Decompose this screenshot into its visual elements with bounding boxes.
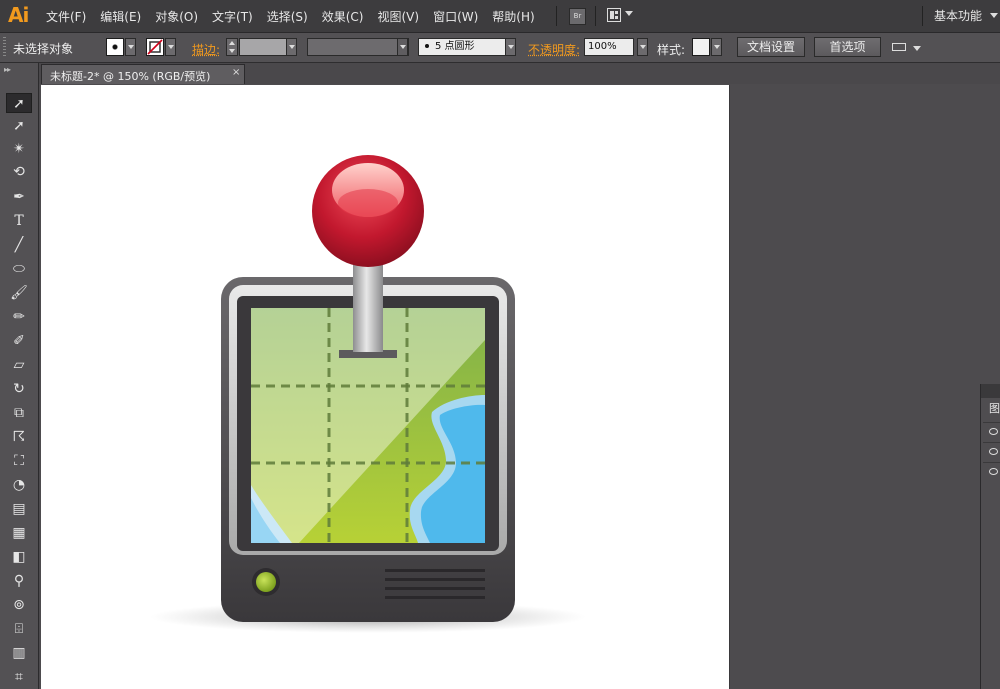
menu-window[interactable]: 窗口(W) xyxy=(433,8,478,25)
menu-select[interactable]: 选择(S) xyxy=(267,8,308,25)
graphic-style-swatch[interactable] xyxy=(692,38,710,56)
warp-tool-icon[interactable]: ☈ xyxy=(6,427,32,447)
menu-divider xyxy=(922,6,923,26)
preferences-button[interactable]: 首选项 xyxy=(814,37,881,57)
menu-list: 文件(F) 编辑(E) 对象(O) 文字(T) 选择(S) 效果(C) 视图(V… xyxy=(46,8,535,25)
layer-row[interactable] xyxy=(983,442,1000,461)
arrange-documents-icon[interactable] xyxy=(607,8,621,22)
eye-icon[interactable] xyxy=(989,428,998,435)
stroke-weight-field[interactable] xyxy=(239,38,287,56)
eye-icon[interactable] xyxy=(989,468,998,475)
panel-grip[interactable] xyxy=(3,37,6,58)
line-tool-icon[interactable]: ╱ xyxy=(6,235,32,255)
gradient-tool-icon[interactable]: ◧ xyxy=(6,547,32,567)
scale-tool-icon[interactable]: ⧉ xyxy=(6,403,32,423)
brush-definition-field[interactable]: 5 点圆形 xyxy=(418,38,506,56)
perspective-grid-tool-icon[interactable]: ▤ xyxy=(6,499,32,519)
menu-effect[interactable]: 效果(C) xyxy=(322,8,364,25)
chevron-down-icon[interactable] xyxy=(165,38,176,56)
stroke-swatch[interactable] xyxy=(146,38,164,56)
menu-view[interactable]: 视图(V) xyxy=(377,8,419,25)
tools-panel: ▸▸ ➚ ➚ ✴ ⟲ ✒ T ╱ ⬭ 🖌 ✏ ✐ ▱ ↻ ⧉ ☈ ⛶ ◔ ▤ ▦… xyxy=(0,63,39,689)
lasso-tool-icon[interactable]: ⟲ xyxy=(6,162,32,182)
style-label: 样式: xyxy=(657,41,685,58)
chevron-down-icon[interactable] xyxy=(286,38,297,56)
menu-object[interactable]: 对象(O) xyxy=(155,8,198,25)
control-bar: 未选择对象 描边: 5 点圆形 不透明度: 100% 样式: 文档设置 首选项 xyxy=(0,33,1000,63)
variable-width-profile[interactable] xyxy=(307,38,409,56)
layer-row[interactable] xyxy=(983,422,1000,441)
menu-divider xyxy=(595,6,596,26)
pencil-tool-icon[interactable]: ✏ xyxy=(6,307,32,327)
close-icon[interactable]: × xyxy=(232,67,240,78)
menu-divider xyxy=(556,6,557,26)
app-logo: Ai xyxy=(8,3,28,27)
map-pin-illustration xyxy=(41,85,729,689)
chevron-down-icon[interactable] xyxy=(990,13,998,18)
document-tab-title: 未标题-2* @ 150% (RGB/预览) xyxy=(50,68,210,84)
menu-file[interactable]: 文件(F) xyxy=(46,8,86,25)
blob-brush-tool-icon[interactable]: ✐ xyxy=(6,331,32,351)
eyedropper-tool-icon[interactable]: ⚲ xyxy=(6,571,32,591)
menu-help[interactable]: 帮助(H) xyxy=(492,8,534,25)
workspace-switcher[interactable]: 基本功能 xyxy=(934,7,982,24)
ellipse-tool-icon[interactable]: ⬭ xyxy=(6,259,32,279)
layer-row[interactable] xyxy=(983,462,1000,481)
chevron-down-icon[interactable] xyxy=(711,38,722,56)
chevron-down-icon[interactable] xyxy=(125,38,136,56)
artboard[interactable] xyxy=(41,85,729,689)
chevron-down-icon[interactable] xyxy=(913,46,921,51)
menu-edit[interactable]: 编辑(E) xyxy=(100,8,141,25)
brush-definition-value: 5 点圆形 xyxy=(435,41,475,52)
column-graph-tool-icon[interactable]: ▥ xyxy=(6,643,32,663)
chevron-down-icon[interactable] xyxy=(625,11,633,16)
layers-panel-tab[interactable]: 图 xyxy=(989,400,1000,416)
stroke-label[interactable]: 描边: xyxy=(192,41,220,58)
paintbrush-tool-icon[interactable]: 🖌 xyxy=(6,283,32,303)
rotate-tool-icon[interactable]: ↻ xyxy=(6,379,32,399)
chevron-down-icon[interactable] xyxy=(397,38,408,56)
shape-builder-tool-icon[interactable]: ◔ xyxy=(6,475,32,495)
collapse-panel-icon[interactable]: ▸▸ xyxy=(4,65,10,74)
document-tab-bar: 未标题-2* @ 150% (RGB/预览) × xyxy=(39,63,1000,84)
selection-tool-icon[interactable]: ➚ xyxy=(6,93,32,113)
chevron-down-icon[interactable] xyxy=(637,38,648,56)
blend-tool-icon[interactable]: ⊚ xyxy=(6,595,32,615)
magic-wand-tool-icon[interactable]: ✴ xyxy=(6,139,32,159)
selection-status: 未选择对象 xyxy=(13,40,73,57)
layers-panel: 图 xyxy=(980,384,1000,689)
eraser-tool-icon[interactable]: ▱ xyxy=(6,355,32,375)
free-transform-tool-icon[interactable]: ⛶ xyxy=(6,451,32,471)
menu-bar: Ai 文件(F) 编辑(E) 对象(O) 文字(T) 选择(S) 效果(C) 视… xyxy=(0,0,1000,33)
bridge-button[interactable]: Br xyxy=(569,8,586,25)
align-icon[interactable] xyxy=(892,43,906,51)
artboard-tool-icon[interactable]: ⌗ xyxy=(6,667,32,687)
dot-icon xyxy=(425,44,429,48)
document-setup-button[interactable]: 文档设置 xyxy=(737,37,805,57)
pen-tool-icon[interactable]: ✒ xyxy=(6,187,32,207)
opacity-label[interactable]: 不透明度: xyxy=(528,41,580,58)
document-tab[interactable]: 未标题-2* @ 150% (RGB/预览) × xyxy=(41,64,245,84)
symbol-sprayer-tool-icon[interactable]: ⌹ xyxy=(6,619,32,639)
fill-swatch[interactable] xyxy=(106,38,124,56)
stroke-weight-stepper[interactable] xyxy=(226,38,238,56)
direct-selection-tool-icon[interactable]: ➚ xyxy=(6,116,32,136)
opacity-field[interactable]: 100% xyxy=(584,38,634,56)
type-tool-icon[interactable]: T xyxy=(6,211,32,231)
panel-header[interactable] xyxy=(981,384,1000,398)
menu-type[interactable]: 文字(T) xyxy=(212,8,253,25)
artboard-edge xyxy=(729,85,730,689)
mesh-tool-icon[interactable]: ▦ xyxy=(6,523,32,543)
chevron-down-icon[interactable] xyxy=(505,38,516,56)
eye-icon[interactable] xyxy=(989,448,998,455)
